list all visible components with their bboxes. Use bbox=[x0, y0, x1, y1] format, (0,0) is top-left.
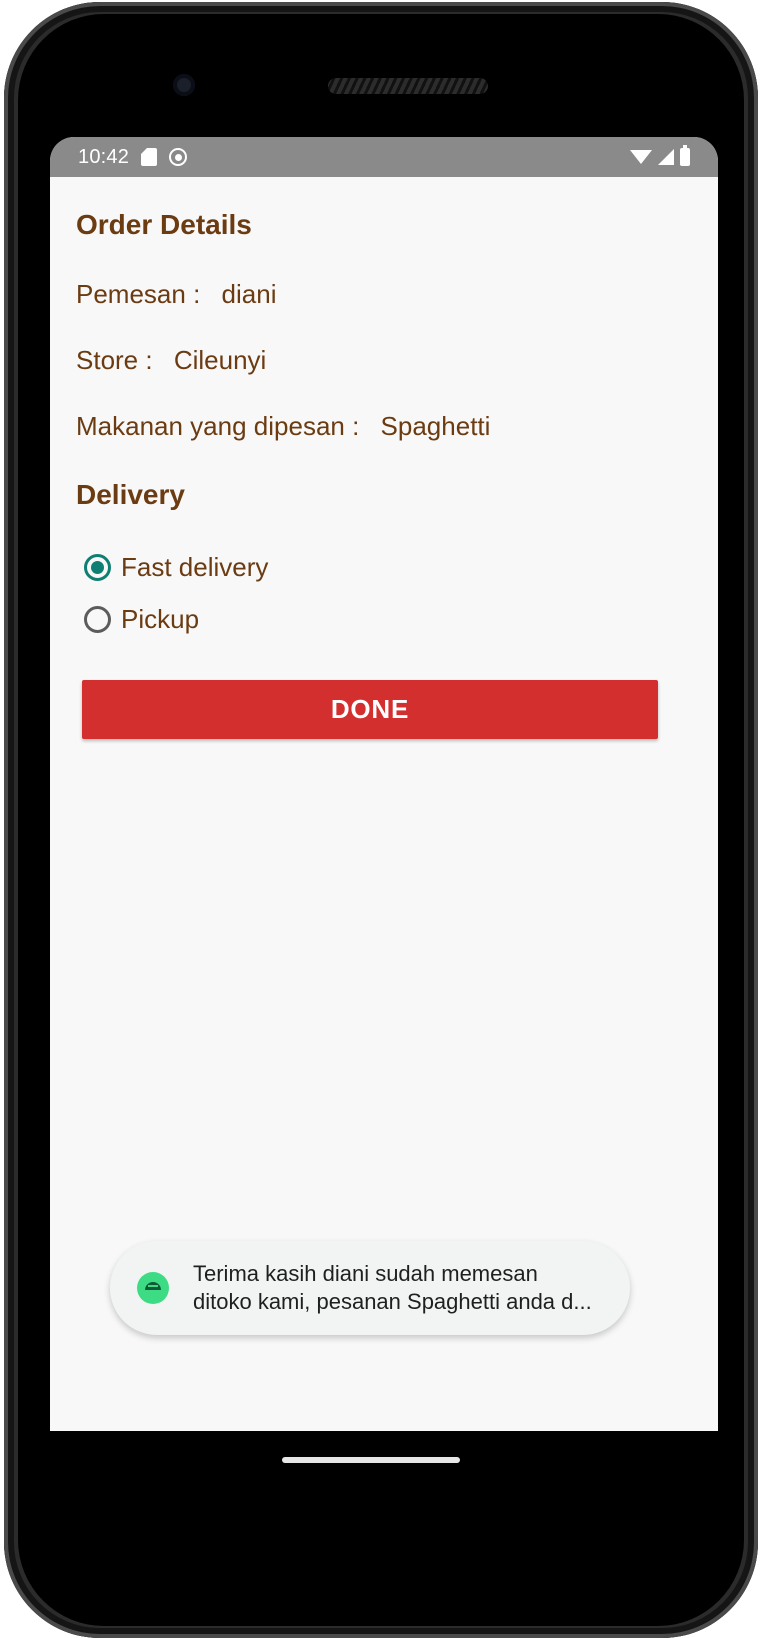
makanan-value: Spaghetti bbox=[380, 411, 491, 441]
wifi-icon bbox=[630, 150, 652, 164]
fast-delivery-label[interactable]: Fast delivery bbox=[121, 552, 268, 583]
battery-icon bbox=[680, 145, 690, 166]
done-button[interactable]: DONE bbox=[82, 680, 658, 739]
cell-signal-icon bbox=[658, 149, 674, 165]
order-content: Order Details Pemesan : diani Store : Ci… bbox=[50, 177, 718, 1431]
makanan-label: Makanan yang dipesan : bbox=[76, 411, 360, 441]
radio-pickup[interactable]: Pickup bbox=[84, 599, 199, 639]
pemesan-row: Pemesan : diani bbox=[76, 279, 276, 310]
toast-text: Terima kasih diani sudah memesan ditoko … bbox=[193, 1260, 592, 1316]
navigation-bar bbox=[50, 1431, 718, 1541]
store-label: Store : bbox=[76, 345, 153, 375]
delivery-title: Delivery bbox=[76, 479, 185, 510]
toast-line-1: Terima kasih diani sudah memesan bbox=[193, 1261, 538, 1286]
pemesan-value: diani bbox=[221, 279, 277, 309]
home-indicator[interactable] bbox=[282, 1457, 460, 1463]
store-value: Cileunyi bbox=[173, 345, 267, 375]
status-time: 10:42 bbox=[78, 145, 130, 168]
makanan-row: Makanan yang dipesan : Spaghetti bbox=[76, 411, 490, 442]
status-bar: 10:42 bbox=[50, 137, 718, 177]
front-camera-icon bbox=[173, 74, 195, 96]
settings-gear-icon bbox=[169, 148, 188, 166]
pickup-label[interactable]: Pickup bbox=[121, 604, 199, 635]
earpiece-speaker bbox=[328, 78, 488, 94]
android-icon bbox=[137, 1272, 169, 1304]
status-right-icons bbox=[630, 145, 690, 166]
pemesan-label: Pemesan : bbox=[76, 279, 201, 309]
toast-message: Terima kasih diani sudah memesan ditoko … bbox=[110, 1241, 630, 1335]
store-row: Store : Cileunyi bbox=[76, 345, 266, 376]
radio-checked-icon[interactable] bbox=[84, 553, 111, 581]
order-details-title: Order Details bbox=[76, 209, 252, 240]
radio-unchecked-icon[interactable] bbox=[84, 605, 111, 633]
radio-fast-delivery[interactable]: Fast delivery bbox=[84, 547, 268, 587]
toast-line-2: ditoko kami, pesanan Spaghetti anda d... bbox=[193, 1289, 592, 1314]
phone-screen: 10:42 Order Details Pemesan : diani Stor… bbox=[50, 137, 718, 1431]
sim-card-icon bbox=[141, 148, 158, 166]
